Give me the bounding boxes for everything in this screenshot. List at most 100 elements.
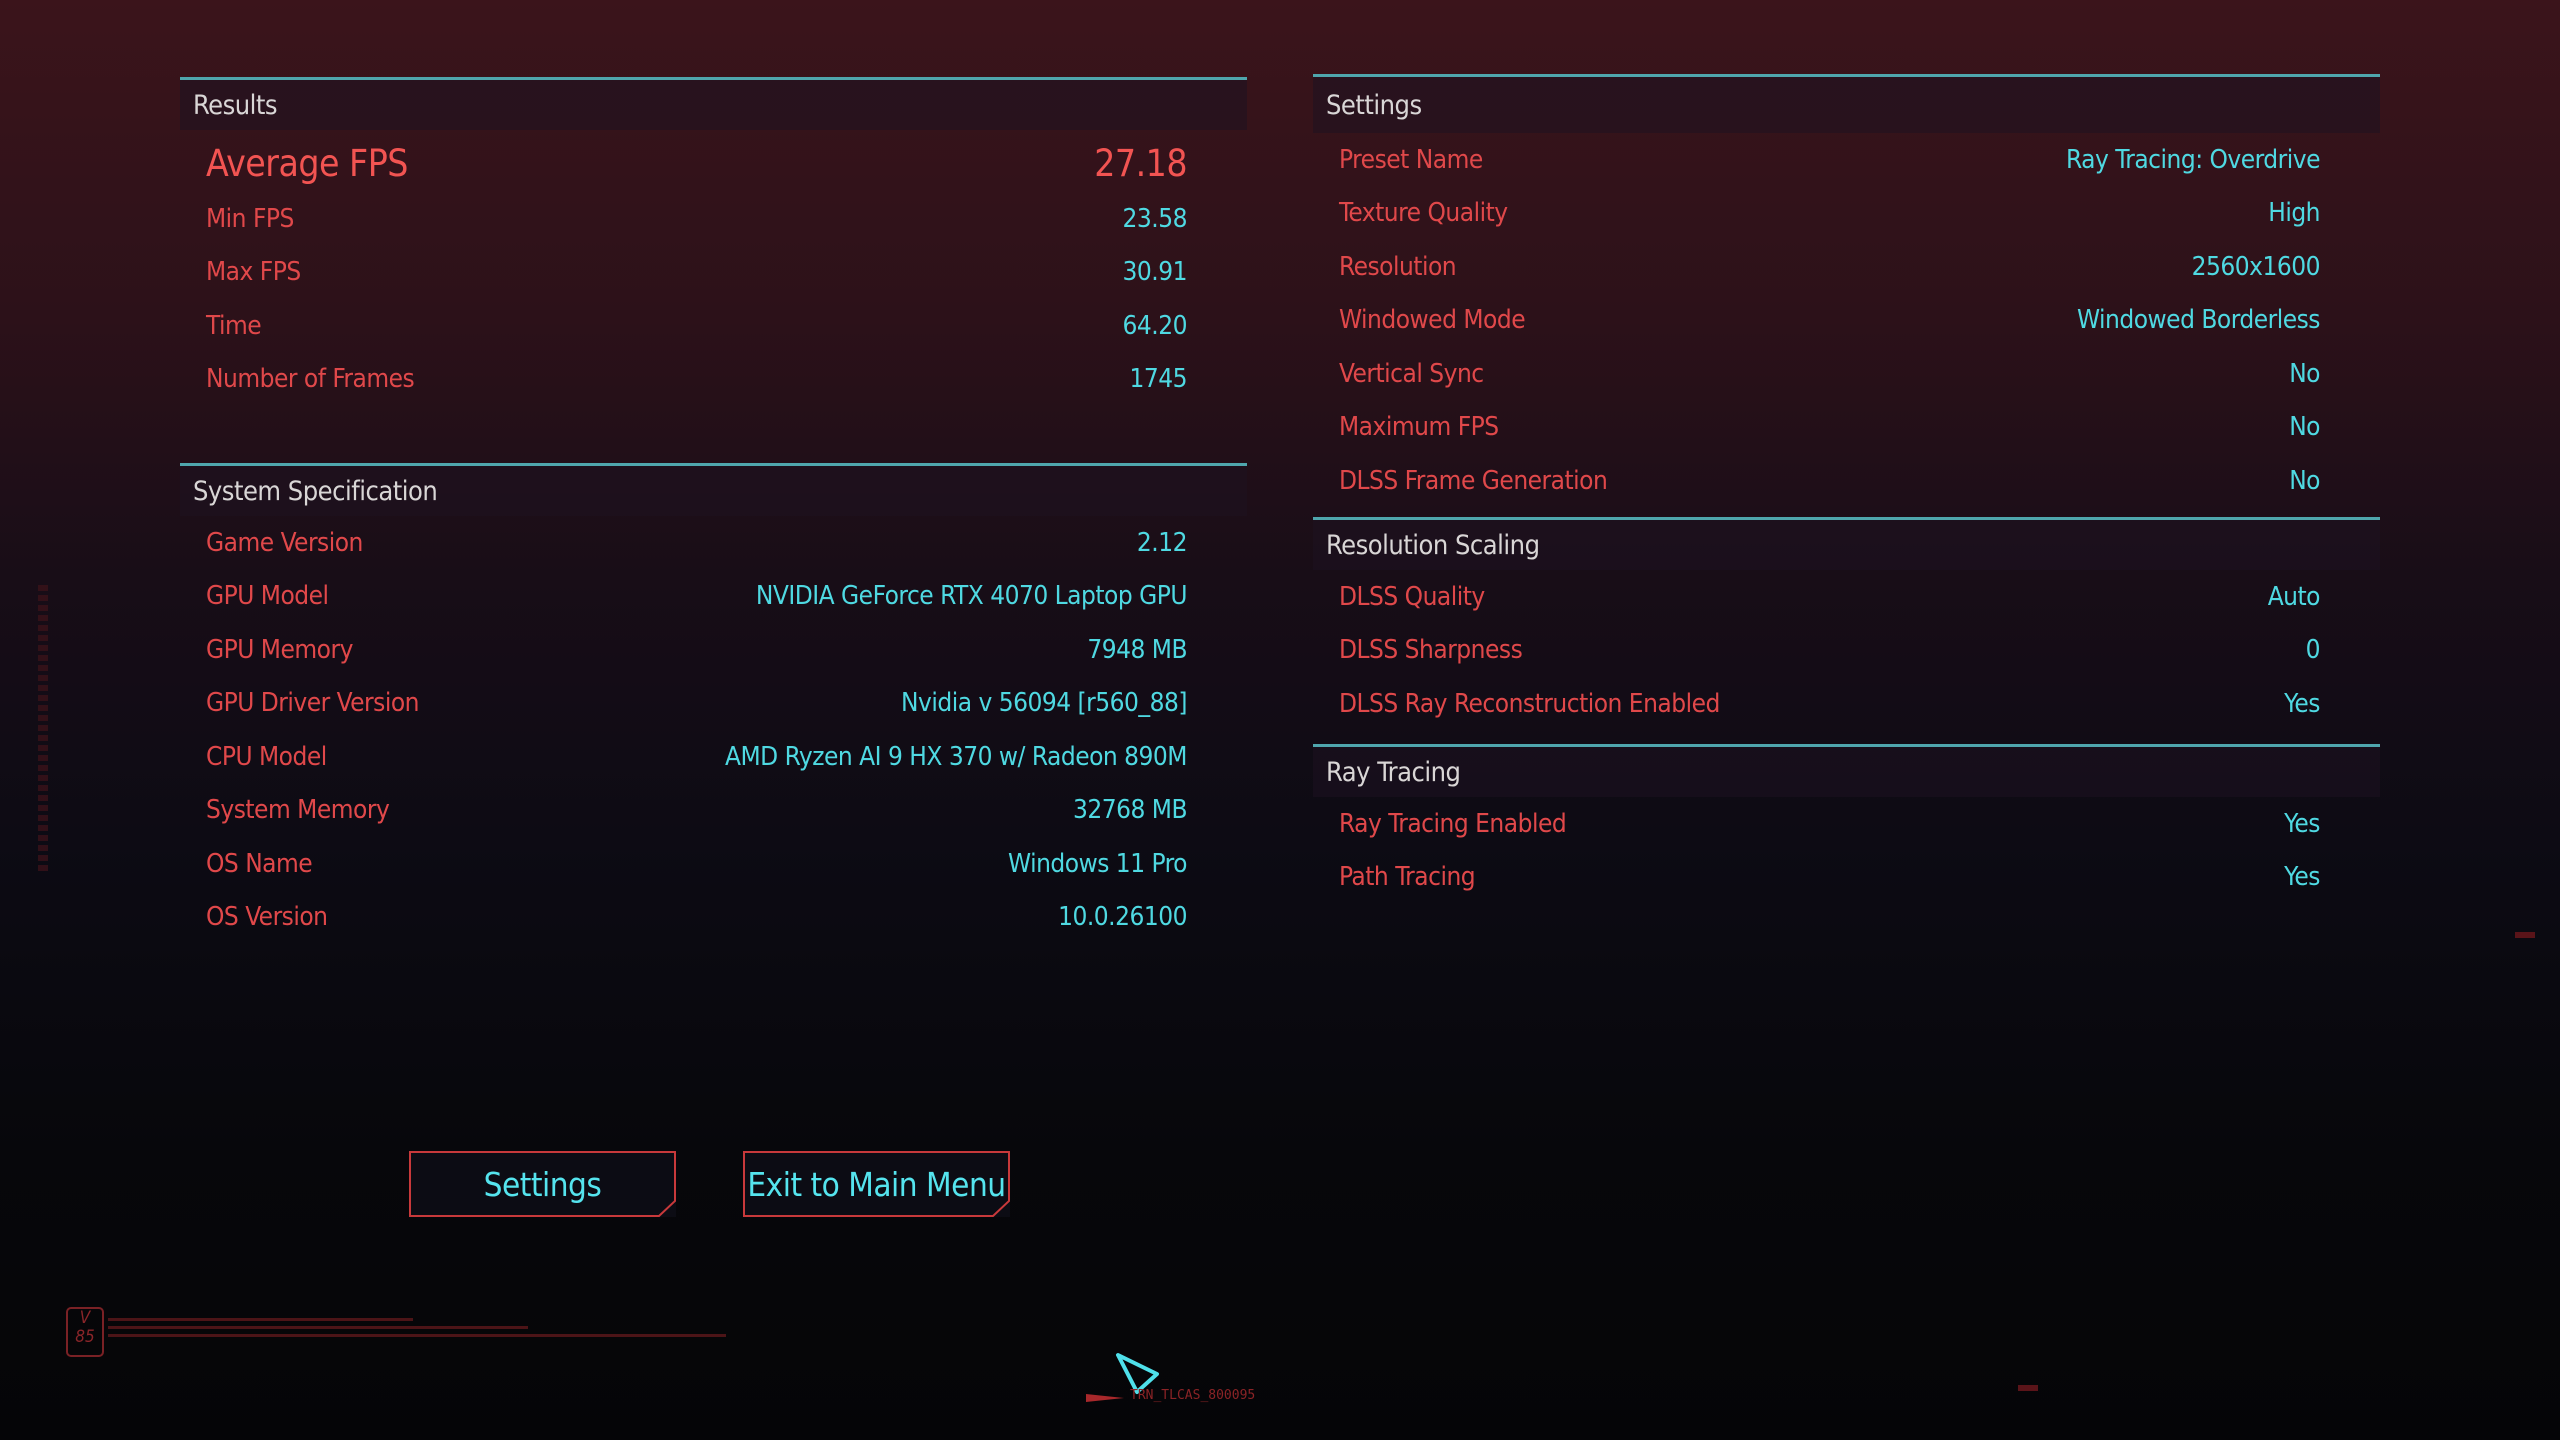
ray-tracing-title: Ray Tracing [1326,756,1461,788]
average-fps-row: Average FPS 27.18 [180,134,1247,192]
resolution-scaling-header: Resolution Scaling [1313,517,2380,570]
system-spec-panel: System Specification Game Version 2.12 G… [180,463,1247,944]
setting-row: DLSS Frame Generation No [1313,454,2380,508]
spec-label: System Memory [206,795,390,826]
result-label: Number of Frames [206,364,415,395]
cursor-tag-label: TRN_TLCAS_800095 [1130,1388,1256,1403]
fine-print-line [108,1334,726,1337]
settings-button[interactable]: Settings [409,1151,676,1217]
resolution-scaling-title: Resolution Scaling [1326,529,1540,561]
settings-panel: Settings Preset Name Ray Tracing: Overdr… [1313,74,2380,508]
system-spec-header: System Specification [180,463,1247,516]
legal-fine-print [108,1318,726,1337]
fine-print-line [108,1318,413,1321]
spec-label: GPU Driver Version [206,688,420,719]
result-row: Max FPS 30.91 [180,246,1247,300]
result-value: 30.91 [1122,257,1188,288]
setting-row: Preset Name Ray Tracing: Overdrive [1313,133,2380,187]
scaling-label: DLSS Ray Reconstruction Enabled [1339,688,1720,719]
spec-row: GPU Driver Version Nvidia v 56094 [r560_… [180,677,1247,731]
setting-label: Windowed Mode [1339,305,1526,336]
setting-row: Texture Quality High [1313,187,2380,241]
spec-value: NVIDIA GeForce RTX 4070 Laptop GPU [755,581,1188,612]
spec-label: Game Version [206,527,363,558]
setting-label: Maximum FPS [1339,412,1499,443]
scaling-value: Yes [2284,688,2320,719]
spec-value: Windows 11 Pro [1008,848,1187,879]
setting-label: Texture Quality [1339,198,1508,229]
ray-tracing-label: Path Tracing [1339,862,1476,893]
setting-value: No [2289,358,2320,389]
scaling-row: DLSS Quality Auto [1313,570,2380,624]
resolution-scaling-panel: Resolution Scaling DLSS Quality Auto DLS… [1313,517,2380,731]
ray-tracing-header: Ray Tracing [1313,744,2380,797]
spec-value: Nvidia v 56094 [r560_88] [901,688,1187,719]
system-spec-title: System Specification [193,475,438,507]
scaling-value: Auto [2267,581,2321,612]
spec-value: 2.12 [1136,527,1188,558]
setting-value: No [2289,465,2320,496]
result-row: Min FPS 23.58 [180,192,1247,246]
scaling-row: DLSS Ray Reconstruction Enabled Yes [1313,677,2380,731]
spec-row: OS Version 10.0.26100 [180,891,1247,945]
spec-value: 7948 MB [1087,634,1187,665]
setting-value: Windowed Borderless [2077,305,2321,336]
spec-row: GPU Memory 7948 MB [180,623,1247,677]
result-label: Time [206,310,262,341]
spec-label: OS Version [206,902,328,933]
setting-value: No [2289,412,2320,443]
ray-tracing-label: Ray Tracing Enabled [1339,808,1567,839]
results-panel: Results Average FPS 27.18 Min FPS 23.58 … [180,77,1247,406]
vertical-serial-decoration [38,585,48,875]
scaling-label: DLSS Quality [1339,581,1485,612]
setting-value: High [2268,198,2320,229]
spec-row: Game Version 2.12 [180,516,1247,570]
scaling-row: DLSS Sharpness 0 [1313,624,2380,678]
decorative-mark [2018,1385,2038,1391]
setting-row: Windowed Mode Windowed Borderless [1313,294,2380,348]
exit-button-label: Exit to Main Menu [747,1164,1006,1204]
exit-to-main-menu-button[interactable]: Exit to Main Menu [743,1151,1010,1217]
spec-row: OS Name Windows 11 Pro [180,837,1247,891]
results-header: Results [180,77,1247,130]
result-row: Number of Frames 1745 [180,353,1247,407]
result-label: Max FPS [206,257,301,288]
spec-row: CPU Model AMD Ryzen AI 9 HX 370 w/ Radeo… [180,730,1247,784]
fine-print-line [108,1326,528,1329]
setting-value: 2560x1600 [2191,251,2321,282]
badge-bottom: 85 [75,1327,95,1347]
setting-row: Resolution 2560x1600 [1313,240,2380,294]
ray-tracing-value: Yes [2284,808,2320,839]
spec-value: 32768 MB [1072,795,1188,826]
spec-label: GPU Memory [206,634,353,665]
result-value: 1745 [1129,364,1187,395]
scaling-label: DLSS Sharpness [1339,635,1523,666]
spec-value: AMD Ryzen AI 9 HX 370 w/ Radeon 890M [724,741,1188,772]
spec-label: OS Name [206,848,313,879]
result-value: 64.20 [1122,310,1188,341]
result-value: 23.58 [1122,203,1188,234]
results-title: Results [193,89,278,121]
setting-value: Ray Tracing: Overdrive [2065,144,2321,175]
ray-tracing-value: Yes [2284,862,2320,893]
spec-row: GPU Model NVIDIA GeForce RTX 4070 Laptop… [180,570,1247,624]
average-fps-label: Average FPS [206,141,408,185]
decorative-mark [2515,932,2535,938]
scaling-value: 0 [2305,635,2321,666]
average-fps-value: 27.18 [1094,141,1187,185]
result-label: Min FPS [206,203,294,234]
spec-label: GPU Model [206,581,329,612]
settings-button-label: Settings [483,1164,602,1204]
ray-tracing-panel: Ray Tracing Ray Tracing Enabled Yes Path… [1313,744,2380,904]
spec-value: 10.0.26100 [1058,902,1187,933]
v85-badge: V 85 [66,1307,104,1357]
spec-label: CPU Model [206,741,327,772]
settings-title: Settings [1326,89,1422,121]
badge-top: V [79,1308,91,1328]
ray-tracing-row: Ray Tracing Enabled Yes [1313,797,2380,851]
setting-label: Resolution [1339,251,1457,282]
ray-tracing-row: Path Tracing Yes [1313,851,2380,905]
result-row: Time 64.20 [180,299,1247,353]
setting-row: Vertical Sync No [1313,347,2380,401]
settings-header: Settings [1313,74,2380,133]
